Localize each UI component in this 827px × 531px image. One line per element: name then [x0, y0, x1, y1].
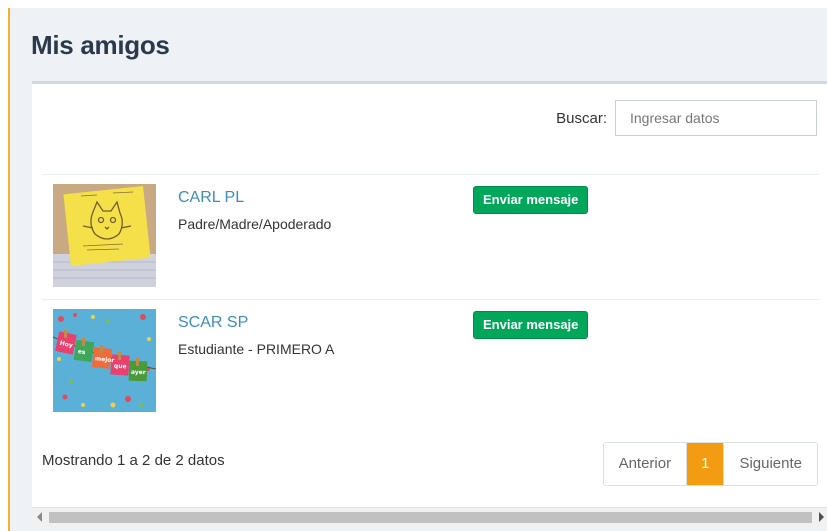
pagination-page-current[interactable]: 1 [687, 443, 725, 485]
avatar [53, 184, 156, 287]
friend-role: Padre/Madre/Apoderado [178, 216, 332, 232]
friend-list: CARL PL Padre/Madre/Apoderado Enviar men… [42, 174, 819, 424]
search-group: Buscar: [556, 100, 817, 136]
horizontal-scrollbar[interactable] [32, 507, 827, 527]
pagination-next[interactable]: Siguiente [724, 443, 817, 485]
pagination: Anterior 1 Siguiente [602, 442, 818, 486]
friend-name-link[interactable]: SCAR SP [178, 314, 248, 332]
scroll-left-arrow-icon[interactable] [37, 512, 42, 522]
svg-text:que: que [114, 363, 127, 371]
search-input[interactable] [615, 100, 817, 136]
content-area: Mis amigos Buscar: Ingresar datos CARL P… [10, 8, 827, 531]
svg-text:es: es [77, 348, 86, 356]
pagination-previous[interactable]: Anterior [603, 443, 688, 485]
friend-role: Estudiante - PRIMERO A [178, 341, 335, 357]
search-label: Buscar: [556, 109, 607, 127]
table-info: Mostrando 1 a 2 de 2 datos [42, 452, 225, 469]
avatar: Hoy es mejor que ayer [53, 309, 156, 412]
friend-row: CARL PL Padre/Madre/Apoderado Enviar men… [42, 174, 819, 299]
svg-text:ayer: ayer [131, 369, 146, 377]
friends-card: Buscar: Ingresar datos CARL PL Padre/Mad… [32, 81, 827, 524]
friend-row: Hoy es mejor que ayer SCAR SP Estudiante… [42, 299, 819, 424]
scrollbar-thumb[interactable] [49, 512, 812, 523]
send-message-button[interactable]: Enviar mensaje [473, 311, 589, 339]
send-message-button[interactable]: Enviar mensaje [473, 186, 589, 214]
page-title: Mis amigos [31, 30, 170, 60]
friend-name-link[interactable]: CARL PL [178, 189, 244, 207]
scroll-right-arrow-icon[interactable] [819, 512, 824, 522]
